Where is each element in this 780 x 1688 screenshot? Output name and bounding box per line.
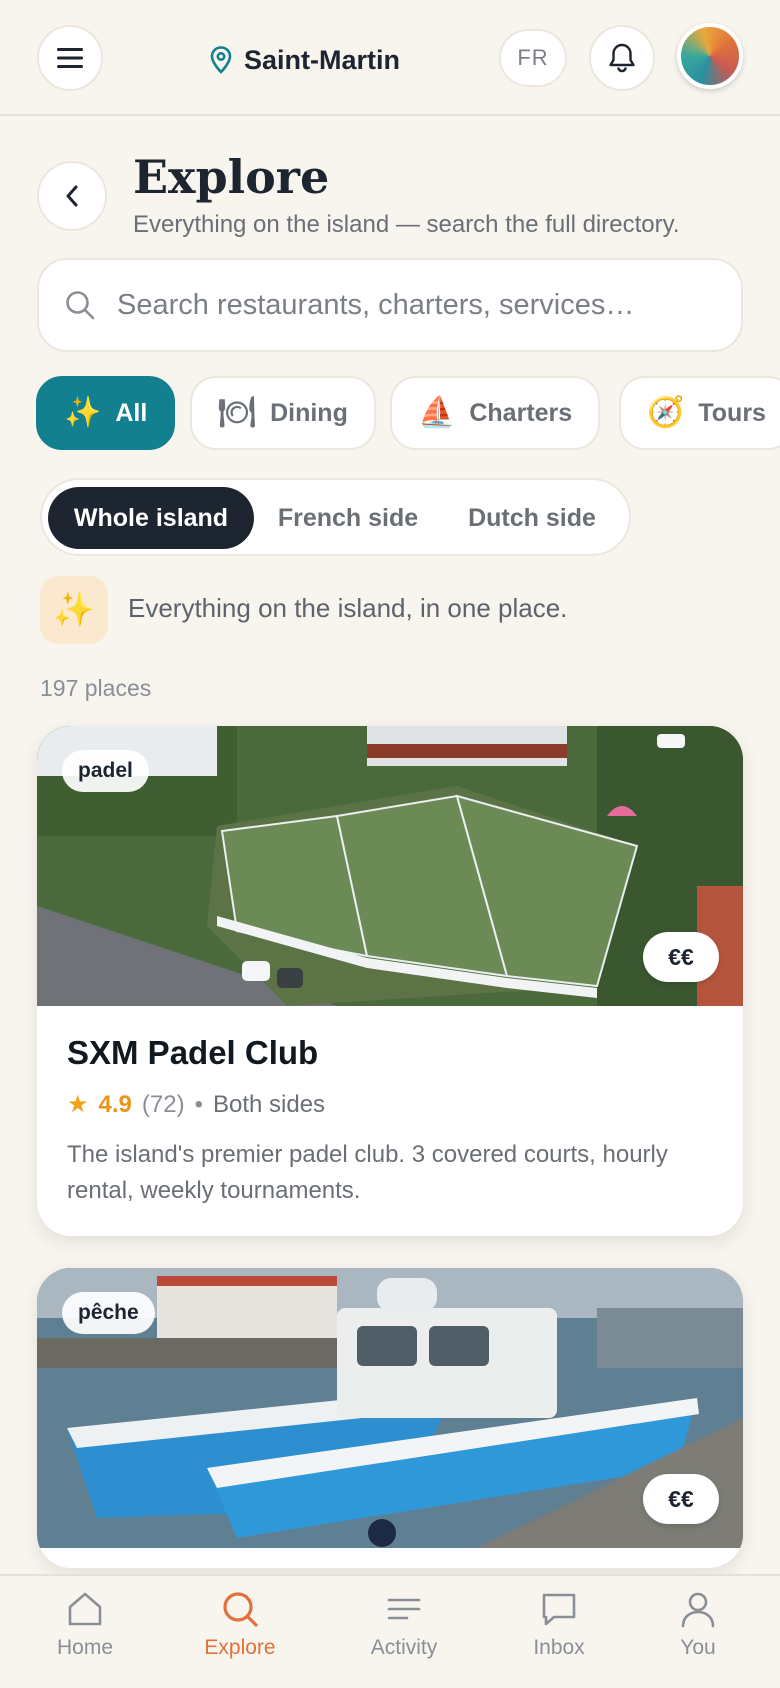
nav-activity[interactable]: Activity [334,1590,474,1680]
list-icon [387,1598,421,1620]
chip-tours[interactable]: 🧭 Tours [619,376,780,450]
nav-explore[interactable]: Explore [170,1590,310,1680]
dining-icon: 🍽 [218,396,257,429]
menu-button[interactable] [37,25,103,91]
category-tag: padel [62,750,149,792]
location-name: Saint-Martin [244,44,401,75]
language-button[interactable]: FR [499,29,567,87]
compass-icon: 🧭 [647,396,685,429]
rating-value: 4.9 [98,1090,132,1118]
nav-home[interactable]: Home [15,1590,155,1680]
price-badge: €€ [643,1474,719,1524]
search-bar[interactable] [37,258,743,352]
notifications-button[interactable] [589,25,655,91]
region-french-side[interactable]: French side [258,487,438,549]
back-button[interactable] [37,161,107,231]
star-icon: ★ [67,1091,89,1118]
region-dutch-side[interactable]: Dutch side [442,487,622,549]
avatar[interactable] [677,23,743,89]
place-side: Both sides [212,1090,326,1118]
nav-label: Explore [204,1636,276,1659]
page-subtitle: Everything on the island — search the fu… [133,211,680,238]
bell-icon [609,43,635,73]
tagline-text: Everything on the island, in one place. [128,593,568,623]
place-card[interactable]: pêche €€ [37,1268,743,1568]
home-icon [68,1592,102,1626]
search-icon [66,291,95,320]
chip-dining[interactable]: 🍽 Dining [190,376,376,450]
meta-separator: • [194,1090,203,1118]
chip-label: Dining [270,398,348,427]
chat-icon [542,1593,576,1626]
review-count: (72) [141,1090,185,1118]
nav-you[interactable]: You [628,1590,768,1680]
place-photo: pêche €€ [37,1268,743,1548]
map-pin-icon [210,46,232,74]
menu-icon [57,48,83,68]
card-body: SXM Padel Club ★ 4.9 (72) • Both sides T… [37,1006,743,1209]
chip-charters[interactable]: ⛵ Charters [390,376,601,450]
chip-all[interactable]: ✨ All [36,376,176,450]
region-selector: Whole island French side Dutch side [40,478,631,556]
chip-label: All [115,398,148,427]
sailboat-icon: ⛵ [418,396,456,429]
user-icon [681,1592,715,1628]
chip-label: Tours [698,398,766,427]
search-icon [223,1592,258,1627]
nav-inbox[interactable]: Inbox [489,1590,629,1680]
top-bar: Saint-Martin FR [0,0,780,116]
price-badge: €€ [643,932,719,982]
chevron-left-icon [66,185,78,207]
search-input[interactable] [117,288,717,322]
results-count: 197 places [40,675,152,701]
nav-label: Home [56,1636,114,1659]
chip-label: Charters [469,398,573,427]
sparkles-icon: ✨ [40,576,108,644]
nav-label: Inbox [533,1636,585,1659]
sparkles-icon: ✨ [64,396,102,429]
location-selector[interactable]: Saint-Martin [210,40,400,80]
place-photo: padel €€ [37,726,743,1006]
place-title: SXM Padel Club [67,1034,319,1071]
category-tag: pêche [62,1292,155,1334]
region-whole-island[interactable]: Whole island [48,487,254,549]
place-description: The island's premier padel club. 3 cover… [67,1141,668,1204]
nav-label: You [680,1636,716,1659]
category-chips: ✨ All 🍽 Dining ⛵ Charters 🧭 Tours [36,376,780,450]
page-title: Explore [133,150,330,204]
nav-label: Activity [370,1636,438,1659]
bottom-nav: Home Explore Activity Inbox You [0,1574,780,1688]
place-meta: ★ 4.9 (72) • Both sides [67,1090,713,1119]
place-card[interactable]: padel €€ SXM Padel Club ★ 4.9 (72) • Bot… [37,726,743,1236]
